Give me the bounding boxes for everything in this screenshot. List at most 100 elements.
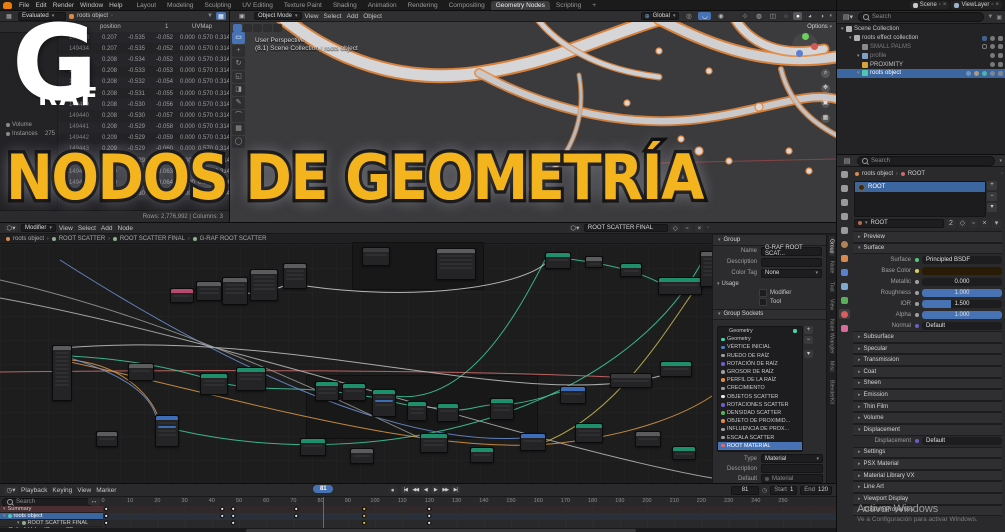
panel-coat[interactable]: ▸ Coat (853, 365, 1002, 378)
sidebar-tab-group[interactable]: Group (828, 236, 835, 257)
group-sockets-panel-header[interactable]: ▾ Group Sockets (713, 308, 826, 321)
color-tag-dropdown[interactable]: None ▾ (761, 268, 822, 278)
socket-default-field[interactable]: Material (761, 474, 823, 483)
viewlayer-new-icon[interactable]: ▫ (991, 2, 993, 8)
tool-checkbox[interactable] (759, 298, 767, 307)
panel-surface[interactable]: ▾ Surface (853, 242, 1002, 255)
node-28[interactable] (350, 448, 374, 464)
roughness-control[interactable]: 1.000 (922, 288, 1002, 297)
node-4[interactable] (250, 269, 278, 301)
properties-tab-output[interactable] (839, 197, 850, 207)
panel-settings[interactable]: ▸ Settings (853, 446, 1002, 459)
displacement-control[interactable]: Default (922, 437, 1002, 446)
tab-modeling[interactable]: Modeling (162, 1, 198, 10)
node-menu-view[interactable]: View (59, 225, 73, 232)
channel-name[interactable]: ▾ Summary (0, 506, 103, 513)
tool-button-5[interactable]: ✎ (232, 97, 245, 109)
ior-control[interactable]: 1.500 (922, 299, 1002, 308)
socket-grosor-de-ra-z[interactable]: GROSOR DE RAÍZ (718, 368, 802, 376)
properties-tab-view-layer[interactable] (839, 211, 850, 221)
dataset-item-instances[interactable]: Instances 275 (0, 129, 58, 138)
node-canvas[interactable] (0, 242, 836, 484)
outliner-item-proximity[interactable]: PROXIMITY (837, 60, 1005, 69)
frame-start-field[interactable]: Start 1 (770, 485, 798, 495)
tab-uv-editing[interactable]: UV Editing (237, 1, 278, 10)
add-slot-button[interactable]: + (987, 181, 997, 190)
scene-new-icon[interactable]: ▫ (939, 2, 941, 8)
node-9[interactable] (585, 256, 603, 268)
node-26[interactable] (96, 431, 118, 447)
node-8[interactable] (545, 252, 571, 269)
node-10[interactable] (620, 263, 642, 277)
timeline-menu-playback[interactable]: Playback (21, 487, 47, 494)
users-count-badge[interactable]: 2 (946, 218, 956, 228)
menu-help[interactable]: Help (106, 2, 125, 9)
pan-hand-icon[interactable]: ✥ (821, 84, 830, 93)
properties-options-icon[interactable]: ▾ (999, 158, 1002, 164)
tab-sculpting[interactable]: Sculpting (199, 1, 236, 10)
eye-icon[interactable] (990, 70, 995, 76)
scene-unlink-icon[interactable]: × (943, 2, 947, 8)
tab-texture-paint[interactable]: Texture Paint (279, 1, 327, 10)
playback-button-3[interactable]: ▶ (430, 486, 440, 494)
timeline-menu-marker[interactable]: Marker (96, 487, 116, 494)
scene-selector[interactable]: Scene ▫ × (909, 1, 950, 9)
node-32[interactable] (575, 423, 603, 443)
auto-keying-icon[interactable]: ● (387, 485, 398, 495)
channel-caret[interactable]: ▾ (17, 520, 20, 526)
object-type-toggle-0[interactable] (233, 24, 242, 32)
filter-toggle[interactable]: ▦ (216, 12, 226, 20)
socket-objeto-de-proximid-[interactable]: OBJETO DE PROXIMID... (718, 417, 802, 425)
shading-solid-icon[interactable]: ● (793, 12, 803, 20)
tool-button-4[interactable]: ◨ (232, 84, 245, 96)
node-3[interactable] (222, 277, 248, 305)
unlink-node-tree-icon[interactable]: × (694, 224, 704, 232)
sidebar-tab-blenderkit[interactable]: BlenderKit (829, 377, 835, 407)
tool-button-3[interactable]: ◱ (232, 71, 245, 83)
properties-tab-world[interactable] (839, 239, 850, 249)
panel-material-library-vx[interactable]: ▸ Material Library VX (853, 469, 1002, 482)
viewport-options-button[interactable]: Options ▾ (807, 24, 832, 30)
properties-tab-scene[interactable] (839, 225, 850, 235)
group-panel-header[interactable]: ▾ Group (713, 234, 826, 246)
timeline-editor-type-icon[interactable]: ◷▾ (4, 485, 18, 495)
current-frame-badge[interactable]: 81 (313, 484, 334, 493)
gizmo-z-axis[interactable] (796, 50, 803, 57)
keyframe-120[interactable] (426, 520, 433, 527)
playhead[interactable] (323, 497, 325, 532)
keyframe-120[interactable] (426, 506, 433, 513)
eye-icon[interactable] (990, 62, 995, 68)
group-description-field[interactable] (761, 257, 822, 267)
socket-rotaciones-scatter[interactable]: ROTACIONES SCATTER (718, 401, 802, 409)
viewport-menu-select[interactable]: Select (324, 13, 342, 20)
socket-densidad-scatter[interactable]: DENSIDAD SCATTER (718, 409, 802, 417)
node-24[interactable] (660, 361, 692, 377)
node-6[interactable] (362, 247, 390, 266)
outliner-filter-icon[interactable]: ▼ (987, 14, 993, 20)
pin-icon[interactable]: ◦ (1001, 171, 1003, 177)
node-5[interactable] (283, 263, 307, 289)
new-collection-icon[interactable]: ▣ (996, 14, 1002, 21)
panel-displacement[interactable]: ▾ Displacement (853, 423, 1002, 436)
expand-channels-icon[interactable]: ↔ (88, 497, 100, 505)
usage-tool-option[interactable]: Tool (713, 298, 826, 307)
node-menu-add[interactable]: Add (101, 225, 113, 232)
camera-icon[interactable] (998, 70, 1003, 76)
tab-compositing[interactable]: Compositing (444, 1, 490, 10)
slot-specials-button[interactable]: ▾ (987, 203, 997, 212)
playback-button-4[interactable]: ▶▶ (440, 486, 450, 494)
channel-caret[interactable]: ▾ (3, 513, 6, 519)
properties-tab-modifiers[interactable] (839, 267, 850, 277)
node-editor-type-icon[interactable]: ⬡▾ (4, 224, 18, 232)
keyframe-44[interactable] (219, 513, 226, 520)
camera-view-icon[interactable]: ▣ (821, 99, 830, 108)
snap-magnet-icon[interactable]: ◡ (698, 12, 712, 20)
camera-icon[interactable] (998, 53, 1003, 59)
tab-shading[interactable]: Shading (328, 1, 362, 10)
socket-type-dropdown[interactable]: Material ▾ (761, 454, 823, 463)
material-name-field[interactable]: ▾ ROOT (854, 218, 944, 228)
node-27[interactable] (300, 438, 326, 456)
column-1[interactable]: 1 (165, 24, 168, 30)
node-22[interactable] (560, 386, 586, 404)
shading-dropdown-icon[interactable]: ▾ (829, 13, 832, 19)
